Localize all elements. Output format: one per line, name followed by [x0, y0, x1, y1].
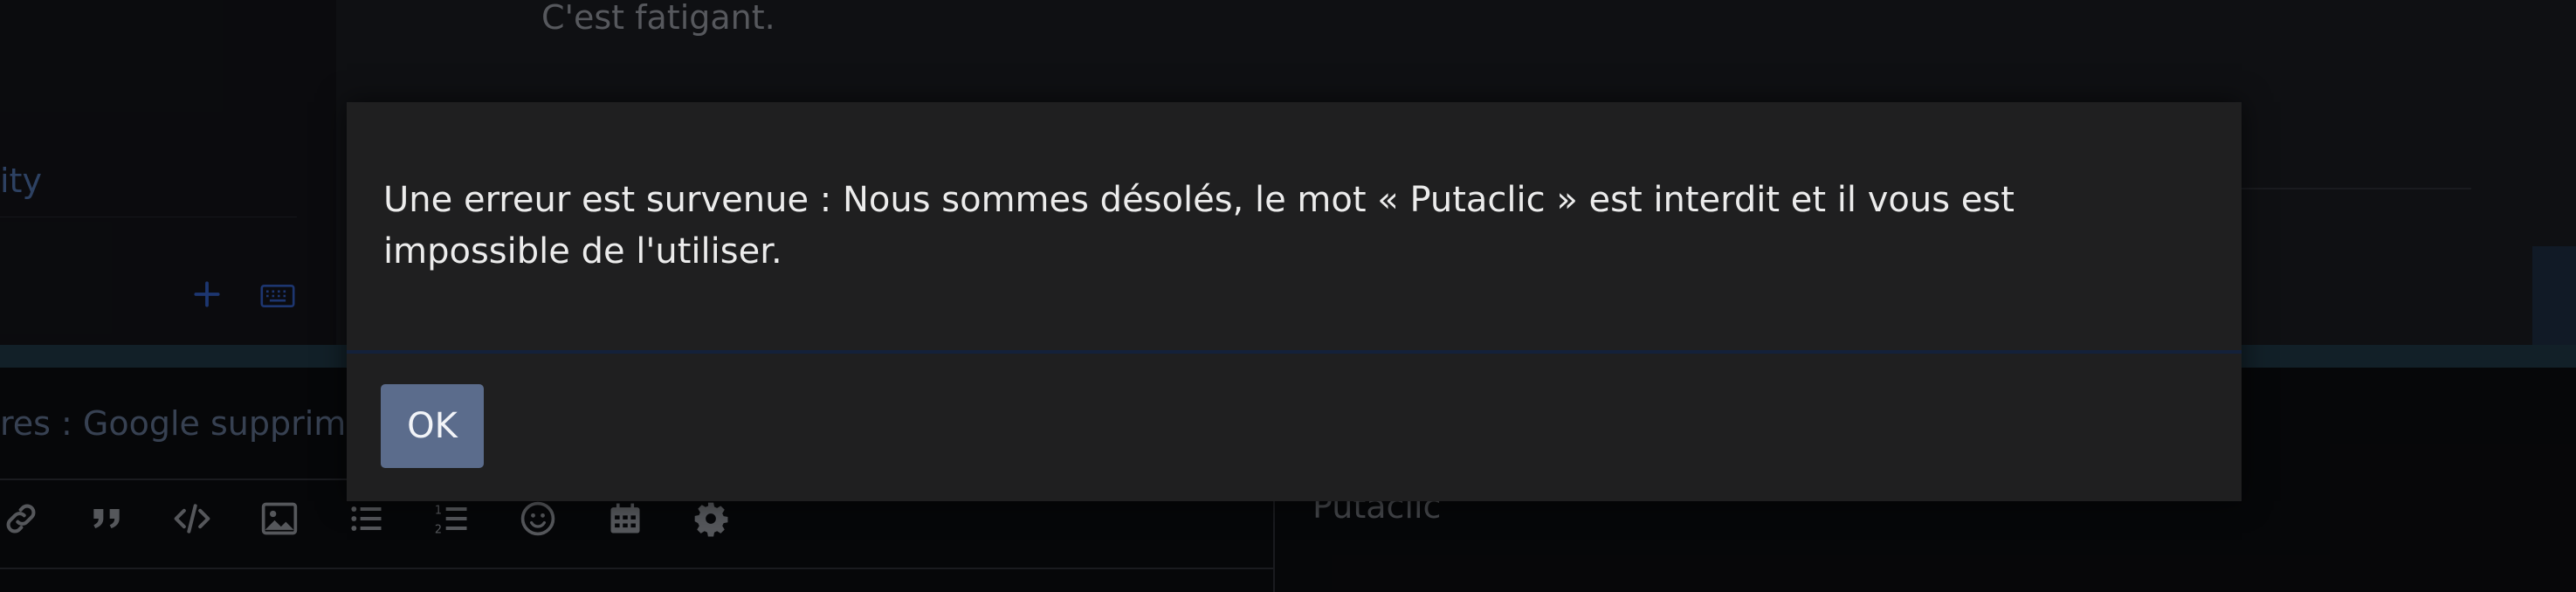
ok-button[interactable]: OK: [381, 384, 484, 468]
page: C'est fatigant. ity res : Google supprim: [0, 0, 2576, 592]
dialog-body: Une erreur est survenue : Nous sommes dé…: [347, 102, 2242, 350]
error-dialog: Une erreur est survenue : Nous sommes dé…: [347, 102, 2242, 501]
error-message: Une erreur est survenue : Nous sommes dé…: [383, 180, 2015, 272]
dialog-footer: [347, 354, 2242, 501]
